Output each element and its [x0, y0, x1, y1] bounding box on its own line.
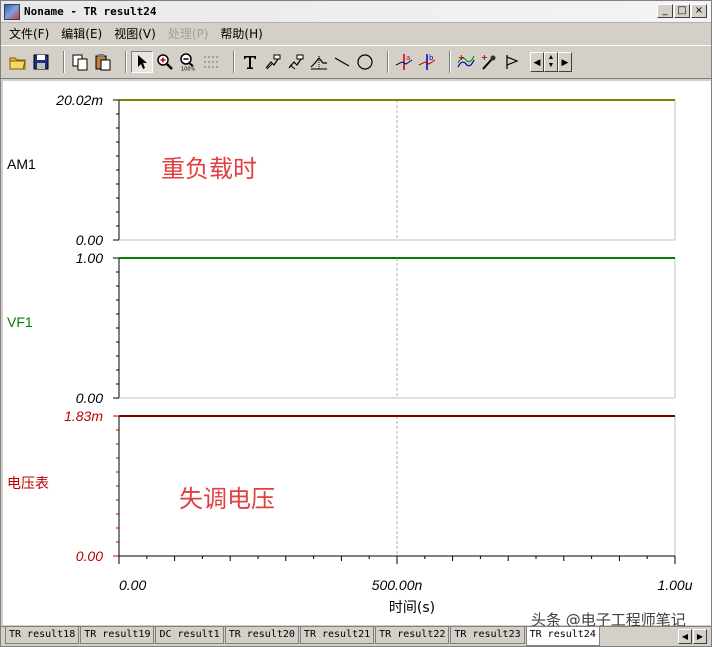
zoom-in-icon[interactable] — [154, 51, 176, 73]
toolbar-separator — [449, 51, 451, 73]
menu-view[interactable]: 视图(V) — [110, 25, 160, 42]
menu-process[interactable]: 处理(P) — [164, 25, 213, 42]
y-min-label: 0.00 — [76, 548, 103, 564]
cursor-label2-icon[interactable] — [285, 51, 307, 73]
tab-tr-result24[interactable]: TR result24 — [525, 627, 600, 646]
close-button[interactable]: × — [691, 4, 707, 18]
application-window: Noname - TR result24 _ □ × 文件(F) 编辑(E) 视… — [0, 0, 712, 647]
plot-label-am1: AM1 — [7, 156, 36, 172]
nav-updown-icon[interactable]: ▲ ▼ — [544, 52, 558, 72]
title-bar[interactable]: Noname - TR result24 _ □ × — [1, 1, 711, 23]
toolbar-separator — [63, 51, 65, 73]
marker-icon[interactable] — [501, 51, 523, 73]
y-max-label: 20.02m — [55, 92, 103, 108]
menu-bar: 文件(F) 编辑(E) 视图(V) 处理(P) 帮助(H) — [1, 23, 711, 43]
plot-label-voltmeter: 电压表 — [7, 475, 49, 491]
paste-icon[interactable] — [92, 51, 114, 73]
line-icon[interactable] — [331, 51, 353, 73]
svg-text:+: + — [458, 53, 465, 62]
y-max-label: 1.83m — [64, 408, 103, 424]
annotation-heavy-load: 重负载时 — [161, 155, 257, 183]
tab-tr-result18[interactable]: TR result18 — [5, 627, 80, 644]
tab-scroll-right-icon[interactable]: ▶ — [693, 629, 707, 644]
app-icon — [4, 3, 20, 20]
plot-canvas[interactable]: 20.02m 0.00 1.00 0.00 1.83m 0.00 0.00 500.00n 1.… — [3, 81, 711, 625]
ellipse-icon[interactable] — [354, 51, 376, 73]
pointer-icon[interactable] — [131, 51, 153, 73]
menu-file[interactable]: 文件(F) — [5, 25, 53, 42]
tab-scroll-left-icon[interactable]: ◀ — [678, 629, 692, 644]
save-icon[interactable] — [30, 51, 52, 73]
window-title: Noname - TR result24 — [24, 5, 157, 18]
result-tab-bar: TR result18 TR result19 DC result1 TR re… — [1, 626, 711, 646]
copy-icon[interactable] — [69, 51, 91, 73]
tab-tr-result19[interactable]: TR result19 — [80, 627, 155, 644]
grid-icon[interactable] — [200, 51, 222, 73]
zoom-100-icon[interactable]: 100% — [177, 51, 199, 73]
nav-left-icon[interactable]: ◀ — [530, 52, 544, 72]
svg-text:a: a — [406, 54, 410, 62]
text-icon[interactable] — [239, 51, 261, 73]
y-max-label: 1.00 — [76, 250, 103, 266]
maximize-button[interactable]: □ — [674, 4, 690, 18]
tab-tr-result20[interactable]: TR result20 — [224, 627, 299, 644]
svg-text:b: b — [429, 54, 434, 62]
plot-label-vf1: VF1 — [7, 314, 33, 330]
tab-tr-result22[interactable]: TR result22 — [375, 627, 450, 644]
cursor-a-icon[interactable]: a — [393, 51, 415, 73]
x-tick-label: 0.00 — [119, 577, 146, 593]
svg-text:100%: 100% — [181, 67, 196, 72]
annotation-offset-voltage: 失调电压 — [179, 485, 275, 513]
toolbar: 100% a b + + ◀ ▲ ▼ ▶ — [1, 45, 711, 79]
minimize-button[interactable]: _ — [657, 4, 673, 18]
y-min-label: 0.00 — [76, 232, 103, 248]
menu-help[interactable]: 帮助(H) — [216, 25, 266, 42]
y-min-label: 0.00 — [76, 390, 103, 406]
nav-right-icon[interactable]: ▶ — [558, 52, 572, 72]
tab-tr-result21[interactable]: TR result21 — [299, 627, 375, 644]
tab-dc-result1[interactable]: DC result1 — [155, 627, 224, 644]
open-folder-icon[interactable] — [7, 51, 29, 73]
cursor-b-icon[interactable]: b — [416, 51, 438, 73]
x-tick-label: 1.00u — [657, 577, 692, 593]
curve-add-icon[interactable]: + — [455, 51, 477, 73]
x-axis-label: 时间(s) — [389, 600, 435, 616]
tab-tr-result23[interactable]: TR result23 — [450, 627, 525, 644]
probe-icon[interactable]: + — [478, 51, 500, 73]
toolbar-separator — [125, 51, 127, 73]
x-tick-label: 500.00n — [372, 577, 423, 593]
toolbar-separator — [387, 51, 389, 73]
svg-text:+: + — [481, 53, 488, 62]
peak-icon[interactable] — [308, 51, 330, 73]
cursor-label-icon[interactable] — [262, 51, 284, 73]
toolbar-separator — [233, 51, 235, 73]
plot-area[interactable]: 20.02m 0.00 1.00 0.00 1.83m 0.00 0.00 500.00n 1.… — [3, 81, 711, 629]
menu-edit[interactable]: 编辑(E) — [57, 25, 106, 42]
